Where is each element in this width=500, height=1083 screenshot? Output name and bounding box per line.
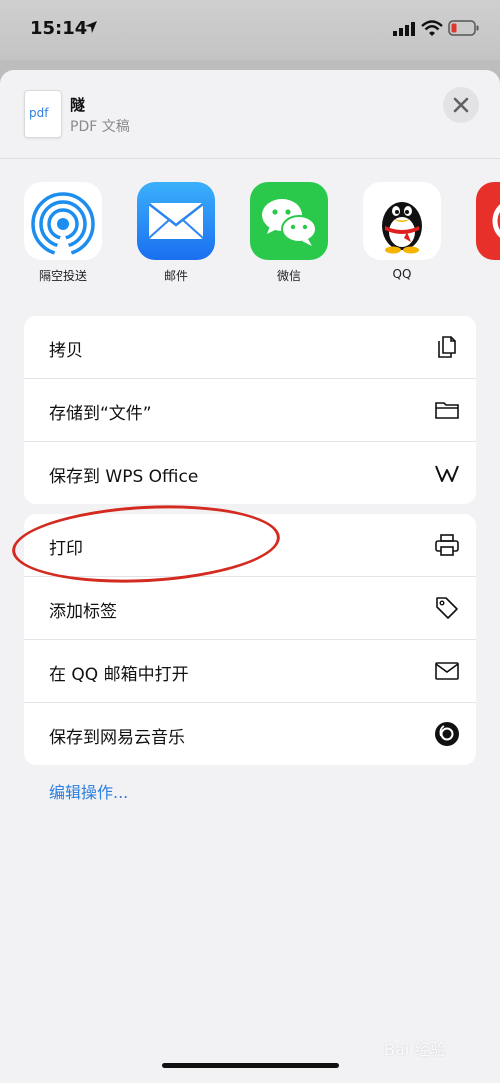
netease-icon	[476, 182, 500, 260]
share-sheet: pdf 隧 PDF 文稿 隔空投送 邮件 微信 QQ 拷贝 存储到“文件” 保存…	[0, 70, 500, 1083]
printer-icon	[435, 534, 459, 556]
action-save-to-wps[interactable]: 保存到 WPS Office	[24, 442, 476, 504]
action-open-in-qq-mail[interactable]: 在 QQ 邮箱中打开	[24, 640, 476, 703]
action-copy[interactable]: 拷贝	[24, 316, 476, 379]
action-label: 保存到 WPS Office	[49, 467, 199, 487]
action-add-tag[interactable]: 添加标签	[24, 577, 476, 640]
action-save-to-netease-music[interactable]: 保存到网易云音乐	[24, 703, 476, 765]
pdf-file-thumbnail: pdf	[24, 90, 62, 138]
app-label: 微信	[276, 269, 301, 283]
file-name: 隧	[70, 96, 86, 114]
app-label: 隔空投送	[38, 269, 87, 283]
wifi-icon	[421, 20, 443, 36]
app-label: QQ	[392, 267, 412, 281]
folder-icon	[435, 402, 459, 419]
action-label: 保存到网易云音乐	[49, 728, 185, 748]
action-label: 存储到“文件”	[49, 404, 152, 424]
edit-actions-link[interactable]: 编辑操作...	[49, 779, 128, 803]
file-type: PDF 文稿	[70, 119, 130, 135]
share-sheet-header: pdf 隧 PDF 文稿	[0, 70, 500, 159]
app-label: 网易	[470, 267, 500, 284]
wechat-icon	[250, 182, 328, 260]
app-share-row: 隔空投送 邮件 微信 QQ	[0, 182, 500, 292]
cellular-signal-icon	[393, 22, 415, 36]
copy-icon	[438, 336, 456, 358]
baidu-watermark: Bai 经验	[384, 1040, 447, 1059]
action-save-to-files[interactable]: 存储到“文件”	[24, 379, 476, 442]
app-mail[interactable]: 邮件	[131, 182, 221, 284]
status-bar: 15:14	[0, 0, 500, 60]
file-thumb-label: pdf	[29, 106, 49, 120]
app-qq[interactable]: QQ	[357, 182, 447, 281]
netease-music-icon	[435, 722, 459, 746]
action-group-1: 拷贝 存储到“文件” 保存到 WPS Office	[24, 316, 476, 504]
battery-icon	[448, 20, 479, 36]
airdrop-icon	[24, 182, 102, 260]
app-wechat[interactable]: 微信	[244, 182, 334, 284]
tag-icon	[436, 597, 458, 619]
app-airdrop[interactable]: 隔空投送	[18, 182, 108, 284]
qq-penguin-icon	[363, 182, 441, 260]
close-button[interactable]	[443, 87, 479, 123]
action-label: 拷贝	[49, 341, 83, 361]
home-indicator[interactable]	[162, 1063, 339, 1068]
wps-icon	[435, 465, 459, 482]
action-label: 打印	[49, 539, 83, 559]
action-label: 在 QQ 邮箱中打开	[49, 665, 189, 685]
app-label: 邮件	[163, 269, 188, 283]
envelope-icon	[435, 662, 459, 680]
status-time: 15:14	[30, 18, 88, 39]
action-print[interactable]: 打印	[24, 514, 476, 577]
close-icon	[453, 97, 469, 113]
app-netease[interactable]: 网易	[470, 182, 500, 284]
location-arrow-icon	[85, 21, 97, 33]
action-label: 添加标签	[49, 602, 117, 622]
mail-app-icon	[137, 182, 215, 260]
action-group-2: 打印 添加标签 在 QQ 邮箱中打开 保存到网易云音乐	[24, 514, 476, 765]
